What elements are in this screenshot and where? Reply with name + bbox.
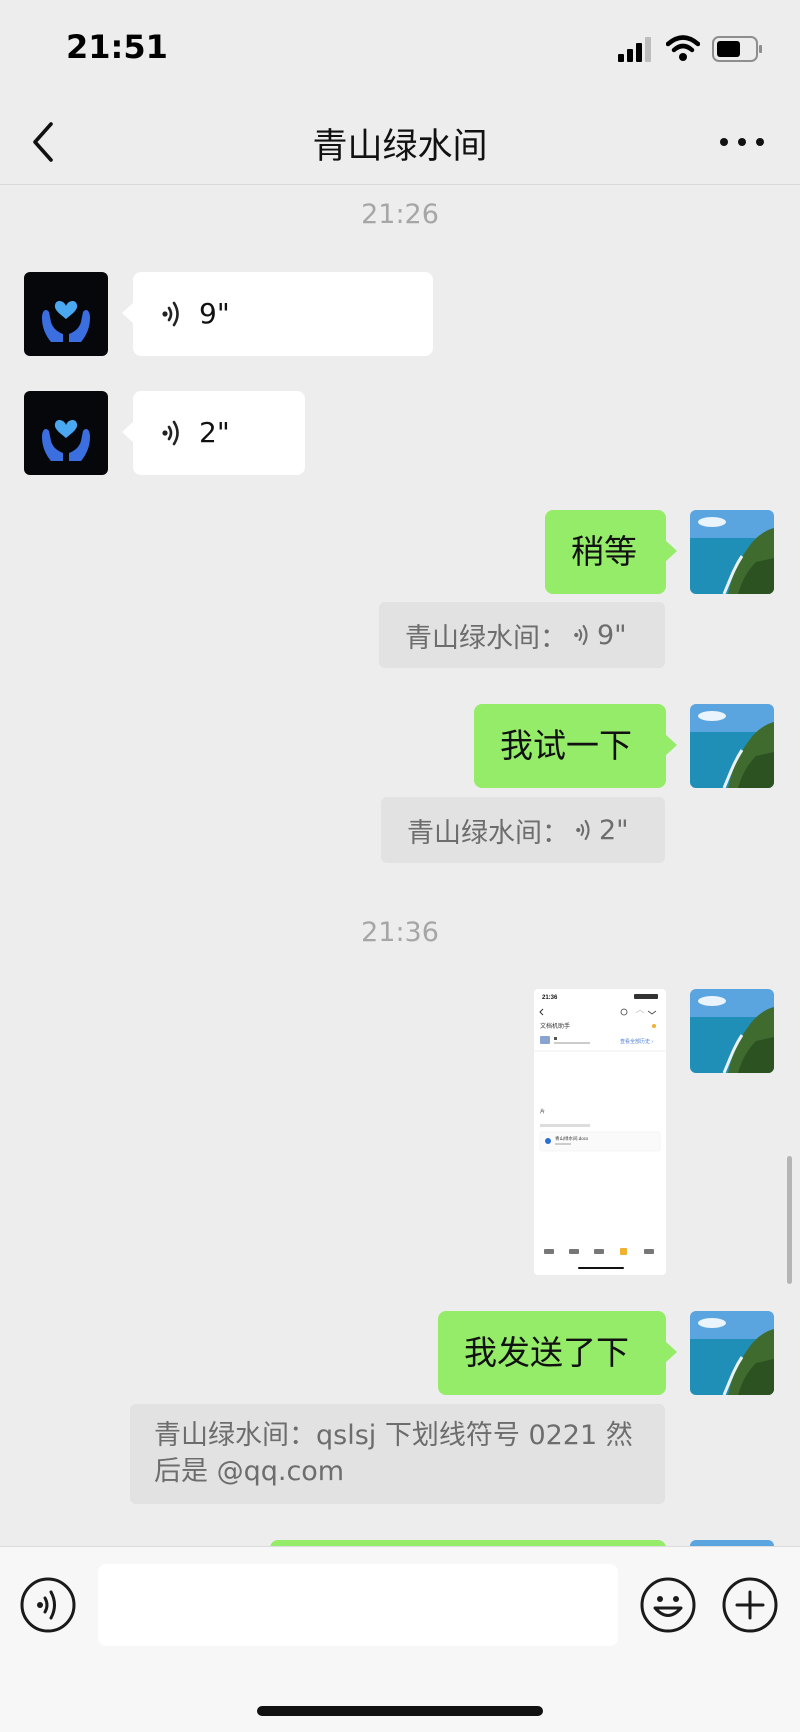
battery-icon bbox=[712, 36, 762, 62]
quote-sender: 青山绿水间： bbox=[407, 817, 569, 849]
signal-icon bbox=[618, 37, 651, 62]
voice-message[interactable]: 2" bbox=[122, 391, 305, 475]
seascape-avatar-image bbox=[690, 989, 774, 1073]
more-button[interactable] bbox=[712, 118, 772, 168]
thumb-link: 查看全部历史 › bbox=[620, 1038, 653, 1045]
home-indicator bbox=[257, 1706, 543, 1716]
status-bar: 21:51 bbox=[0, 0, 800, 100]
quote-duration: 9" bbox=[597, 619, 627, 651]
voice-icon bbox=[574, 624, 588, 646]
sent-text-message[interactable]: 稍等 bbox=[545, 510, 677, 594]
hands-heart-icon bbox=[42, 300, 90, 342]
voice-duration: 2" bbox=[199, 416, 230, 450]
message-text: 稍等 bbox=[571, 532, 637, 572]
contact-avatar[interactable] bbox=[24, 272, 108, 356]
message-text: 我试一下 bbox=[500, 726, 632, 766]
my-avatar[interactable] bbox=[690, 510, 774, 594]
voice-icon bbox=[162, 301, 179, 327]
emoji-button[interactable] bbox=[640, 1577, 696, 1633]
nav-bar: 青山绿水间 bbox=[0, 100, 800, 185]
thumb-title: 文档机助手 bbox=[540, 1022, 570, 1030]
screenshot-thumbnail: 21:36 文档机助手 查看全部历史 › 片 青山绿水间.docx bbox=[534, 989, 666, 1275]
sent-text-message[interactable]: 我发送了下 bbox=[438, 1311, 677, 1395]
message-text: 我发送了下 bbox=[464, 1333, 629, 1373]
contact-avatar[interactable] bbox=[24, 391, 108, 475]
seascape-avatar-image bbox=[690, 510, 774, 594]
plus-icon bbox=[722, 1577, 778, 1633]
wifi-icon bbox=[666, 35, 700, 61]
status-time: 21:51 bbox=[66, 28, 168, 66]
more-icon bbox=[720, 138, 764, 146]
hands-heart-icon bbox=[42, 419, 90, 461]
sent-text-message[interactable]: 我试一下 bbox=[474, 704, 677, 788]
voice-duration: 9" bbox=[199, 297, 230, 331]
more-features-button[interactable] bbox=[722, 1577, 778, 1633]
quote-duration: 2" bbox=[599, 814, 629, 846]
voice-icon bbox=[576, 819, 590, 841]
seascape-avatar-image bbox=[690, 1311, 774, 1395]
message-input[interactable] bbox=[98, 1564, 618, 1646]
scroll-indicator[interactable] bbox=[787, 1156, 792, 1284]
thumb-file-name: 青山绿水间.docx bbox=[555, 1135, 589, 1142]
quoted-voice-reply[interactable]: 青山绿水间： 2" bbox=[381, 797, 665, 863]
voice-message[interactable]: 9" bbox=[122, 272, 433, 356]
thumb-time: 21:36 bbox=[542, 995, 558, 1001]
voice-icon bbox=[162, 420, 179, 446]
emoji-icon bbox=[640, 1577, 696, 1633]
my-avatar[interactable] bbox=[690, 989, 774, 1073]
quote-sender: 青山绿水间： bbox=[405, 622, 567, 654]
quoted-voice-reply[interactable]: 青山绿水间： 9" bbox=[379, 602, 665, 668]
image-message[interactable]: 21:36 文档机助手 查看全部历史 › 片 青山绿水间.docx bbox=[534, 989, 666, 1275]
thumb-section: 片 bbox=[540, 1108, 545, 1115]
quoted-text-reply[interactable]: 青山绿水间：qslsj 下划线符号 0221 然后是 @qq.com bbox=[130, 1404, 665, 1504]
my-avatar[interactable] bbox=[690, 704, 774, 788]
chat-title: 青山绿水间 bbox=[312, 127, 488, 167]
input-bar bbox=[0, 1546, 800, 1732]
voice-icon bbox=[20, 1577, 76, 1633]
voice-input-button[interactable] bbox=[20, 1577, 76, 1633]
timestamp: 21:26 bbox=[361, 199, 439, 230]
seascape-avatar-image bbox=[690, 704, 774, 788]
my-avatar[interactable] bbox=[690, 1311, 774, 1395]
quote-text: 青山绿水间：qslsj 下划线符号 0221 然后是 @qq.com bbox=[154, 1420, 633, 1487]
timestamp: 21:36 bbox=[361, 917, 439, 948]
